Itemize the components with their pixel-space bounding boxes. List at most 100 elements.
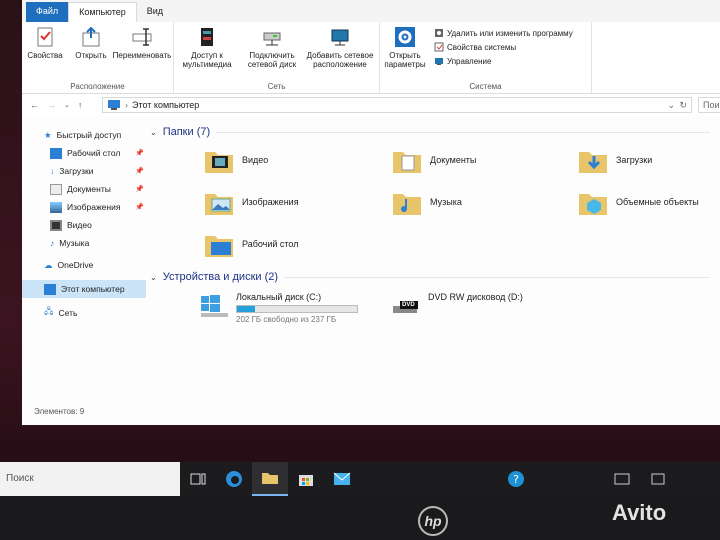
properties-label: Свойства	[27, 51, 63, 60]
nav-music[interactable]: ♪ Музыка	[22, 234, 146, 252]
computer-icon	[44, 283, 56, 295]
tab-file[interactable]: Файл	[26, 2, 69, 22]
rename-icon	[132, 28, 152, 46]
content-pane: ⌄ Папки (7) Видео Документы Загрузки Изо…	[146, 116, 720, 416]
system-properties-button[interactable]: Свойства системы	[434, 42, 573, 52]
folder-downloads-label: Загрузки	[616, 155, 653, 165]
film-icon	[50, 219, 62, 231]
back-arrow-icon[interactable]: ←	[30, 100, 39, 110]
cloud-icon: ☁	[44, 259, 53, 270]
open-label: Открыть	[75, 51, 107, 60]
devices-header-label: Устройства и диски (2)	[162, 271, 279, 283]
nav-network[interactable]: 🖧 Сеть	[22, 304, 146, 322]
store-bag-icon	[299, 475, 313, 486]
task-view-icon	[190, 473, 206, 485]
nav-pictures-label: Изображения	[67, 202, 121, 212]
pin-icon: 📌	[135, 150, 144, 157]
nav-videos[interactable]: Видео	[22, 216, 146, 234]
nav-onedrive[interactable]: ☁ OneDrive	[22, 256, 146, 274]
desktop-icon	[50, 147, 62, 159]
map-drive-label: Подключить сетевой диск	[247, 51, 297, 69]
videos-folder-icon	[205, 152, 233, 173]
ribbon-tabs: Файл Компьютер Вид	[22, 0, 720, 22]
drive-d[interactable]: DVD DVD RW дисковод (D:)	[392, 292, 523, 318]
taskbar-store-button[interactable]	[288, 462, 324, 496]
rename-label: Переименовать	[112, 51, 172, 60]
address-chevron-icon: ›	[125, 100, 128, 110]
taskbar-explorer-button[interactable]	[252, 462, 288, 496]
network-location-icon	[331, 29, 349, 46]
folder-documents-label: Документы	[430, 155, 477, 165]
taskbar-help-button[interactable]: ?	[498, 462, 534, 496]
refresh-icon[interactable]: ↻	[679, 100, 687, 111]
tab-view[interactable]: Вид	[137, 2, 173, 22]
devices-section-header[interactable]: ⌄ Устройства и диски (2)	[150, 271, 710, 283]
folders-section-header[interactable]: ⌄ Папки (7)	[150, 126, 710, 138]
open-icon	[82, 26, 100, 47]
star-icon: ★	[44, 129, 52, 140]
collapse-chevron-icon: ⌄	[150, 272, 157, 282]
nav-pictures[interactable]: Изображения 📌	[22, 198, 146, 216]
programs-icon	[435, 29, 443, 37]
uninstall-program-button[interactable]: Удалить или изменить программу	[434, 28, 573, 38]
folder-pictures[interactable]: Изображения	[204, 182, 384, 222]
taskbar: Поиск ?	[0, 462, 720, 496]
nav-downloads[interactable]: ↓ Загрузки 📌	[22, 162, 146, 180]
tray-keyboard-button[interactable]	[604, 462, 640, 496]
drive-c-details: Локальный диск (C:) 202 ГБ свободно из 2…	[236, 292, 358, 324]
folder-3d-objects-label: Объемные объекты	[616, 197, 699, 207]
add-network-location-label: Добавить сетевое расположение	[306, 51, 374, 69]
folder-music[interactable]: Музыка	[392, 182, 572, 222]
group-system: Открыть параметры Удалить или изменить п…	[380, 22, 592, 94]
recent-chevron-icon[interactable]: ⌄	[64, 101, 70, 109]
manage-button[interactable]: Управление	[434, 56, 573, 66]
tab-computer[interactable]: Компьютер	[68, 2, 137, 22]
keyboard-icon	[614, 473, 630, 485]
network-drive-icon	[263, 32, 281, 46]
drive-c-free-space: 202 ГБ свободно из 237 ГБ	[236, 315, 337, 324]
network-icon: 🖧	[44, 306, 54, 316]
search-input[interactable]: Пои	[698, 97, 720, 113]
folder-downloads[interactable]: Загрузки	[578, 140, 720, 180]
taskbar-edge-button[interactable]	[216, 462, 252, 496]
address-dropdown-icon[interactable]: ⌄	[667, 100, 675, 111]
documents-icon	[50, 183, 62, 195]
taskbar-mail-button[interactable]	[324, 462, 360, 496]
nav-this-pc[interactable]: Этот компьютер	[22, 280, 146, 298]
nav-videos-label: Видео	[67, 220, 92, 230]
folder-pictures-label: Изображения	[242, 197, 299, 207]
pin-icon: 📌	[135, 186, 144, 193]
folder-documents[interactable]: Документы	[392, 140, 572, 180]
folder-videos[interactable]: Видео	[204, 140, 384, 180]
folder-3d-objects[interactable]: Объемные объекты	[578, 182, 720, 222]
group-system-label: Система	[469, 82, 502, 91]
group-network: Доступ к мультимедиа Подключить сетевой …	[174, 22, 380, 94]
pin-icon: 📌	[135, 168, 144, 175]
task-view-button[interactable]	[180, 462, 216, 496]
folders-header-label: Папки (7)	[162, 126, 211, 138]
pictures-folder-icon	[205, 194, 233, 215]
drive-c-label: Локальный диск (C:)	[236, 292, 322, 302]
tray-notifications-button[interactable]	[640, 462, 676, 496]
system-properties-icon	[434, 42, 444, 52]
computer-icon	[108, 100, 120, 110]
drive-c-usage-fill	[237, 306, 255, 312]
nav-quick-access[interactable]: ★ Быстрый доступ	[22, 126, 146, 144]
drive-c[interactable]: Локальный диск (C:) 202 ГБ свободно из 2…	[200, 292, 358, 324]
music-note-icon: ♪	[50, 238, 55, 248]
taskbar-search-input[interactable]: Поиск	[0, 462, 180, 496]
up-arrow-icon[interactable]: ↑	[78, 100, 83, 110]
collapse-chevron-icon: ⌄	[150, 127, 157, 137]
folder-desktop[interactable]: Рабочий стол	[204, 224, 384, 264]
section-divider	[216, 131, 710, 133]
nav-documents[interactable]: Документы 📌	[22, 180, 146, 198]
nav-documents-label: Документы	[67, 184, 111, 194]
forward-arrow-icon[interactable]: →	[47, 100, 56, 110]
address-bar[interactable]: › Этот компьютер ⌄ ↻	[102, 97, 692, 113]
dvd-badge: DVD	[402, 302, 415, 308]
nav-desktop[interactable]: Рабочий стол 📌	[22, 144, 146, 162]
navigation-bar: ← → ⌄ ↑ › Этот компьютер ⌄ ↻ Пои	[22, 94, 720, 116]
drive-d-label: DVD RW дисковод (D:)	[428, 292, 523, 302]
downloads-folder-icon	[579, 152, 607, 173]
pin-icon: 📌	[135, 204, 144, 211]
